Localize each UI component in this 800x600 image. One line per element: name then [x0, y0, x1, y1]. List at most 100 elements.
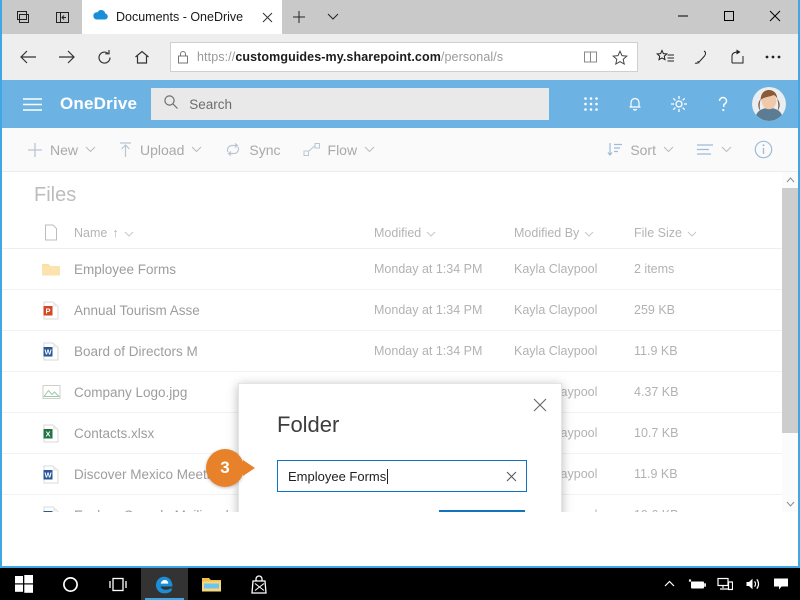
table-row[interactable]: P Annual Tourism Asse Monday at 1:34 PM … — [2, 290, 798, 331]
app-launcher-icon[interactable] — [570, 80, 612, 128]
network-icon[interactable] — [712, 568, 738, 600]
close-icon[interactable] — [752, 0, 798, 32]
svg-text:W: W — [44, 347, 52, 356]
scrollbar-thumb[interactable] — [782, 188, 798, 433]
tab-strip: Documents - OneDrive — [2, 0, 798, 34]
forward-arrow-icon[interactable] — [48, 39, 84, 75]
chevron-down-icon[interactable] — [124, 226, 134, 240]
sort-button[interactable]: Sort — [596, 128, 685, 172]
chevron-down-icon[interactable] — [584, 226, 594, 240]
address-bar[interactable]: https://customguides-my.sharepoint.com/p… — [170, 42, 638, 72]
show-hidden-icons-chevron[interactable] — [656, 568, 682, 600]
file-modified: Monday at 1:34 PM — [374, 262, 483, 276]
file-size: 19.6 KB — [634, 508, 744, 512]
windows-taskbar — [0, 568, 800, 600]
chevron-down-icon[interactable] — [687, 226, 697, 240]
back-arrow-icon[interactable] — [10, 39, 46, 75]
onedrive-suite-bar: OneDrive Search — [2, 80, 798, 128]
flow-button[interactable]: Flow — [292, 128, 387, 172]
folder-name-input[interactable]: Employee Forms — [277, 460, 527, 492]
tab-title: Documents - OneDrive — [116, 10, 244, 24]
sync-button-label: Sync — [249, 141, 281, 158]
file-size: 4.37 KB — [634, 385, 679, 399]
sort-button-label: Sort — [630, 141, 656, 158]
more-options-icon[interactable] — [756, 39, 790, 75]
column-header-modified-by[interactable]: Modified By — [514, 226, 634, 240]
callout-step-3: 3 — [206, 449, 255, 487]
chevron-down-icon[interactable] — [663, 146, 674, 153]
onedrive-brand[interactable]: OneDrive — [54, 94, 151, 114]
avatar[interactable] — [752, 87, 786, 121]
battery-icon[interactable] — [684, 568, 710, 600]
search-input[interactable]: Search — [151, 88, 550, 120]
new-tab-icon[interactable] — [282, 0, 316, 34]
chevron-down-icon[interactable] — [316, 0, 350, 34]
microsoft-store-icon[interactable] — [235, 568, 282, 600]
windows-start-icon[interactable] — [0, 568, 47, 600]
onedrive-cloud-icon — [92, 8, 109, 26]
notifications-icon[interactable] — [614, 80, 656, 128]
upload-button[interactable]: Upload — [107, 128, 213, 172]
browser-window: Documents - OneDrive https://customguide… — [0, 0, 800, 568]
help-icon[interactable] — [702, 80, 744, 128]
refresh-icon[interactable] — [86, 39, 122, 75]
create-folder-dialog: Folder Employee Forms Create — [238, 383, 562, 512]
view-options-button[interactable] — [685, 128, 743, 172]
file-modified-by: Kayla Claypool — [514, 303, 598, 317]
cortana-circle-icon[interactable] — [47, 568, 94, 600]
info-button[interactable] — [743, 128, 784, 172]
set-tabs-aside-icon[interactable] — [42, 0, 82, 34]
settings-gear-icon[interactable] — [658, 80, 700, 128]
star-icon[interactable] — [609, 49, 631, 65]
chevron-down-icon[interactable] — [364, 146, 375, 153]
scroll-down-arrow-icon[interactable] — [782, 496, 798, 512]
web-note-pen-icon[interactable] — [684, 39, 718, 75]
favorites-hub-icon[interactable] — [648, 39, 682, 75]
search-placeholder: Search — [189, 96, 232, 112]
file-modified: Monday at 1:34 PM — [374, 303, 483, 317]
column-header-name[interactable]: Name ↑ — [74, 226, 374, 240]
chevron-down-icon[interactable] — [191, 146, 202, 153]
column-header-modified[interactable]: Modified — [374, 226, 514, 240]
file-name: Board of Directors M — [74, 343, 198, 359]
clear-field-icon[interactable] — [500, 471, 522, 482]
svg-text:X: X — [45, 429, 50, 438]
table-row[interactable]: Employee Forms Monday at 1:34 PM Kayla C… — [2, 249, 798, 290]
share-icon[interactable] — [720, 39, 754, 75]
home-icon[interactable] — [124, 39, 160, 75]
file-modified-by: Kayla Claypool — [514, 262, 598, 276]
page-title: Files — [34, 184, 77, 206]
sync-button[interactable]: Sync — [213, 128, 291, 172]
reading-view-icon[interactable] — [579, 50, 601, 64]
navigation-bar: https://customguides-my.sharepoint.com/p… — [2, 34, 798, 80]
edge-browser-icon[interactable] — [141, 568, 188, 600]
hamburger-menu-icon[interactable] — [10, 80, 54, 128]
column-header-file-size[interactable]: File Size — [634, 226, 744, 240]
create-button[interactable]: Create — [439, 510, 525, 512]
maximize-icon[interactable] — [706, 0, 752, 32]
action-center-icon[interactable] — [768, 568, 794, 600]
file-explorer-icon[interactable] — [188, 568, 235, 600]
task-view-icon[interactable] — [2, 0, 42, 34]
task-view-icon[interactable] — [94, 568, 141, 600]
svg-text:W: W — [44, 470, 52, 479]
close-icon[interactable] — [525, 390, 555, 420]
table-row[interactable]: W Board of Directors M Monday at 1:34 PM… — [2, 331, 798, 372]
minimize-icon[interactable] — [660, 0, 706, 32]
command-bar-right: Sort — [596, 128, 784, 172]
file-modified: Monday at 1:34 PM — [374, 344, 483, 358]
word-icon: W — [28, 506, 74, 512]
chevron-down-icon[interactable] — [426, 226, 436, 240]
volume-icon[interactable] — [740, 568, 766, 600]
scroll-up-arrow-icon[interactable] — [782, 172, 798, 188]
dialog-title: Folder — [277, 412, 340, 437]
chevron-down-icon[interactable] — [85, 146, 96, 153]
close-tab-icon[interactable] — [258, 8, 276, 26]
column-header-modified-label: Modified — [374, 225, 422, 240]
system-tray — [656, 568, 800, 600]
files-content-area: Files Name ↑ Modified Modified By File S… — [2, 172, 798, 512]
browser-tab[interactable]: Documents - OneDrive — [82, 0, 282, 34]
chevron-down-icon[interactable] — [721, 146, 732, 153]
vertical-scrollbar[interactable] — [782, 172, 798, 512]
new-button[interactable]: New — [16, 128, 107, 172]
